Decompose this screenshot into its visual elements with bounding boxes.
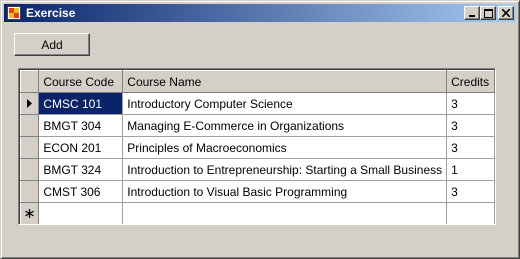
maximize-button[interactable] bbox=[480, 6, 496, 20]
cell-credits[interactable]: 3 bbox=[446, 114, 495, 137]
cell-course-name[interactable]: Introduction to Visual Basic Programming bbox=[122, 180, 448, 203]
new-cell-course-code[interactable] bbox=[38, 202, 124, 224]
new-cell-course-name[interactable] bbox=[122, 202, 448, 224]
minimize-icon bbox=[469, 15, 475, 17]
title-bar[interactable]: Exercise bbox=[4, 4, 516, 22]
add-button[interactable]: Add bbox=[14, 33, 90, 56]
table-row[interactable]: BMGT 324 Introduction to Entrepreneurshi… bbox=[19, 158, 495, 181]
cell-course-name[interactable]: Managing E-Commerce in Organizations bbox=[122, 114, 448, 137]
column-header-course-code[interactable]: Course Code bbox=[38, 70, 124, 93]
row-header[interactable] bbox=[19, 136, 40, 159]
row-header[interactable] bbox=[19, 180, 40, 203]
close-icon bbox=[502, 9, 510, 17]
app-icon[interactable] bbox=[6, 5, 22, 21]
cell-course-code[interactable]: CMSC 101 bbox=[38, 92, 124, 115]
row-header[interactable] bbox=[19, 158, 40, 181]
close-button[interactable] bbox=[498, 6, 514, 20]
column-header-credits[interactable]: Credits bbox=[446, 70, 495, 93]
cell-credits[interactable]: 3 bbox=[446, 180, 495, 203]
table-row[interactable]: BMGT 304 Managing E-Commerce in Organiza… bbox=[19, 114, 495, 137]
new-cell-credits[interactable] bbox=[446, 202, 495, 224]
cell-course-code[interactable]: CMST 306 bbox=[38, 180, 124, 203]
new-row-asterisk-icon bbox=[25, 208, 34, 218]
window-title: Exercise bbox=[26, 6, 76, 20]
cell-course-name[interactable]: Introduction to Entrepreneurship: Starti… bbox=[122, 158, 448, 181]
row-header[interactable] bbox=[19, 114, 40, 137]
maximize-icon bbox=[483, 8, 493, 18]
main-window: Exercise Add Course Code Course Name Cre… bbox=[0, 0, 520, 259]
cell-credits[interactable]: 3 bbox=[446, 92, 495, 115]
row-header-corner[interactable] bbox=[19, 70, 40, 93]
minimize-button[interactable] bbox=[464, 6, 480, 20]
cell-credits[interactable]: 3 bbox=[446, 136, 495, 159]
cell-course-code[interactable]: BMGT 324 bbox=[38, 158, 124, 181]
table-row[interactable]: ECON 201 Principles of Macroeconomics 3 bbox=[19, 136, 495, 159]
table-row[interactable]: CMST 306 Introduction to Visual Basic Pr… bbox=[19, 180, 495, 203]
current-row-arrow-icon bbox=[26, 98, 32, 108]
cell-course-name[interactable]: Introductory Computer Science bbox=[122, 92, 448, 115]
header-row: Course Code Course Name Credits bbox=[19, 70, 495, 93]
cell-course-code[interactable]: BMGT 304 bbox=[38, 114, 124, 137]
courses-grid[interactable]: Course Code Course Name Credits CMSC 101… bbox=[18, 68, 496, 225]
table-row[interactable]: CMSC 101 Introductory Computer Science 3 bbox=[19, 92, 495, 115]
row-header[interactable] bbox=[19, 202, 40, 224]
cell-course-code[interactable]: ECON 201 bbox=[38, 136, 124, 159]
new-row[interactable] bbox=[19, 202, 495, 224]
courses-table: Course Code Course Name Credits CMSC 101… bbox=[19, 70, 495, 224]
cell-course-name[interactable]: Principles of Macroeconomics bbox=[122, 136, 448, 159]
row-header[interactable] bbox=[19, 92, 40, 115]
cell-credits[interactable]: 1 bbox=[446, 158, 495, 181]
column-header-course-name[interactable]: Course Name bbox=[122, 70, 448, 93]
